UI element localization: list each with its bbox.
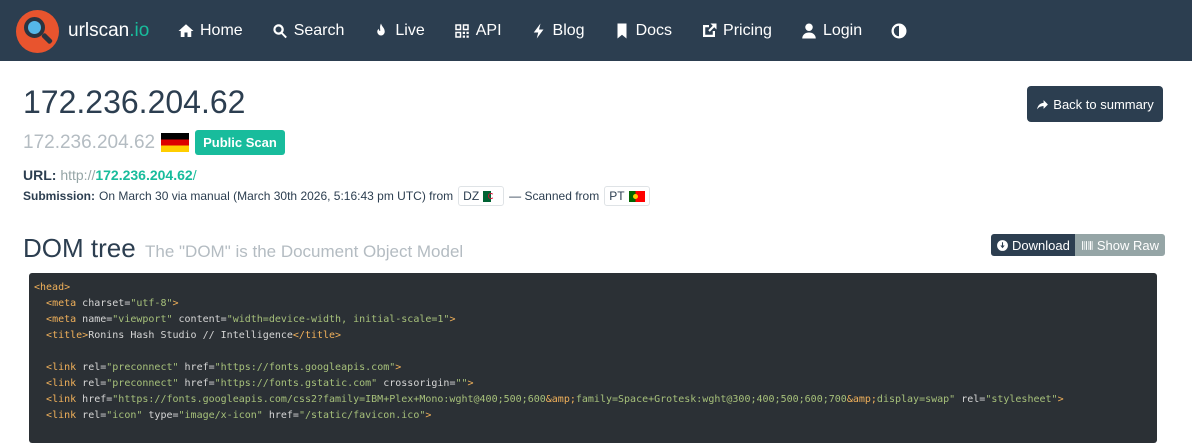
public-scan-badge: Public Scan	[195, 130, 285, 155]
submitter-country[interactable]: DZ	[458, 186, 505, 206]
dom-button-group: Download Show Raw	[991, 234, 1165, 256]
download-button[interactable]: Download	[991, 234, 1075, 256]
bookmark-icon	[617, 23, 627, 38]
download-circle-icon	[997, 239, 1008, 251]
dom-tree-subtitle: The "DOM" is the Document Object Model	[145, 242, 464, 261]
germany-flag-icon	[161, 133, 190, 152]
code-line: <link rel="preconnect" href="https://fon…	[46, 362, 402, 373]
back-to-summary-button[interactable]: Back to summary	[1027, 86, 1163, 122]
search-icon	[273, 23, 287, 38]
show-raw-button[interactable]: Show Raw	[1074, 234, 1165, 256]
bolt-icon	[533, 23, 544, 38]
url-scheme: http://	[60, 167, 96, 183]
magnifier-logo-icon	[16, 9, 59, 53]
code-line: <link rel="preconnect" href="https://fon…	[46, 378, 474, 389]
portugal-flag-icon	[628, 190, 645, 202]
top-navbar: urlscan.io Home Search Live API Blog Doc…	[0, 0, 1192, 61]
nav-login[interactable]: Login	[800, 22, 862, 40]
code-line: <meta charset="utf-8">	[46, 298, 179, 309]
code-line: <title>Ronins Hash Studio // Intelligenc…	[46, 330, 342, 341]
submission-text: On March 30 via manual (March 30th 2026,…	[99, 189, 454, 203]
url-path: /	[192, 167, 197, 183]
url-line: URL: http://172.236.204.62/	[23, 167, 197, 183]
user-icon	[802, 23, 816, 38]
barcode-icon	[1081, 240, 1093, 250]
fire-icon	[377, 23, 386, 35]
code-line: <link rel="icon" type="image/x-icon" hre…	[46, 410, 432, 421]
share-arrow-icon	[1037, 99, 1049, 109]
subtitle-row: 172.236.204.62 Public Scan	[23, 130, 285, 155]
dom-tree-heading: DOM tree	[23, 233, 136, 263]
code-line: <link href="https://fonts.googleapis.com…	[46, 394, 1064, 405]
main-nav: Home Search Live API Blog Docs Pricing L…	[177, 0, 936, 61]
code-line: <meta name="viewport" content="width=dev…	[46, 314, 456, 325]
nav-docs[interactable]: Docs	[613, 22, 672, 40]
home-icon	[178, 23, 194, 37]
nav-blog[interactable]: Blog	[530, 22, 585, 40]
dom-code-block: <head> <meta charset="utf-8"> <meta name…	[29, 273, 1157, 443]
page-title: 172.236.204.62	[23, 84, 246, 120]
subtitle-ip: 172.236.204.62	[23, 131, 156, 153]
nav-search[interactable]: Search	[271, 22, 344, 40]
scanner-country[interactable]: PT	[604, 186, 650, 206]
code-line: <head>	[34, 282, 71, 293]
url-host-link[interactable]: 172.236.204.62	[95, 167, 192, 183]
scanned-from-text: — Scanned from	[509, 189, 600, 203]
qrcode-icon	[455, 23, 469, 38]
external-link-icon	[703, 23, 717, 37]
nav-theme-toggle[interactable]	[890, 22, 908, 40]
nav-api[interactable]: API	[453, 22, 502, 40]
brand-link[interactable]: urlscan.io	[16, 9, 149, 53]
nav-home[interactable]: Home	[177, 22, 243, 40]
nav-pricing[interactable]: Pricing	[700, 22, 772, 40]
brand-name: urlscan.io	[68, 20, 150, 41]
algeria-flag-icon	[483, 190, 500, 202]
nav-live[interactable]: Live	[372, 22, 425, 40]
contrast-icon	[891, 23, 907, 38]
submission-line: Submission: On March 30 via manual (Marc…	[23, 186, 655, 206]
